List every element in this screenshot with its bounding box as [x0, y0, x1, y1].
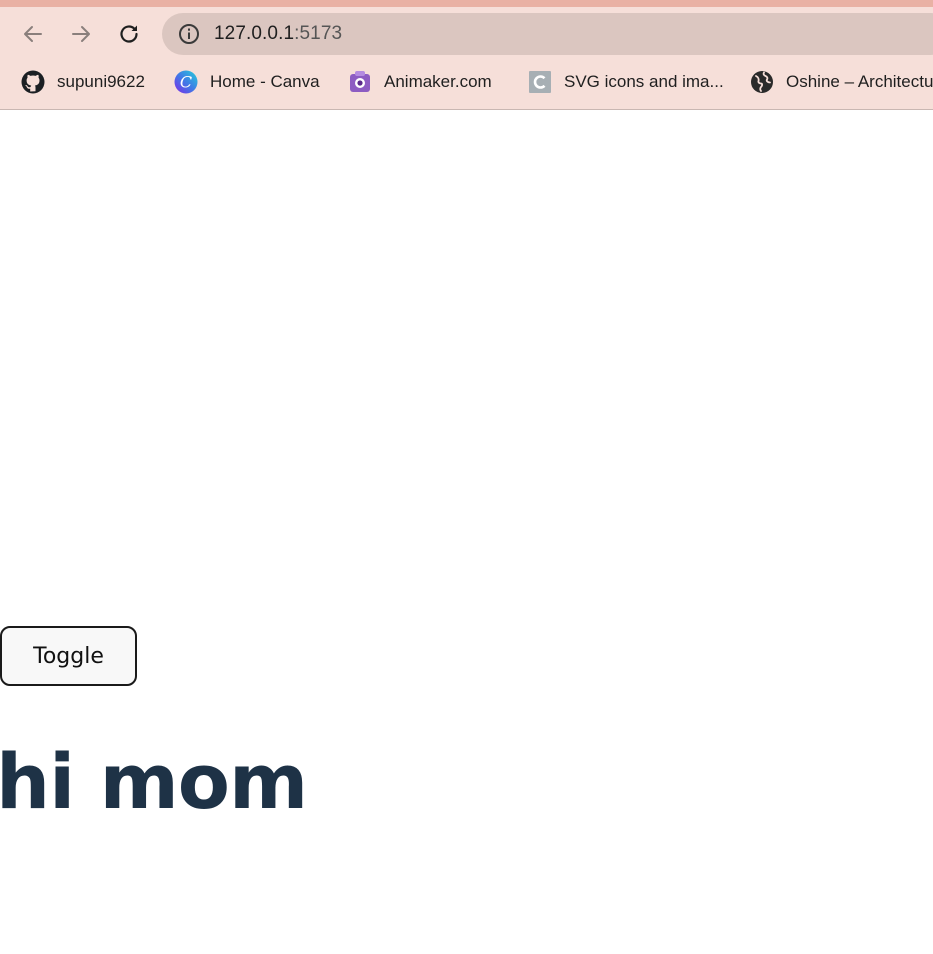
- svg-text:C: C: [180, 73, 192, 92]
- animaker-icon: [348, 70, 372, 94]
- browser-chrome: 127.0.0.1:5173 supuni9622 C Home - Canva…: [0, 0, 933, 110]
- url-host: 127.0.0.1: [214, 23, 295, 44]
- bookmark-label: SVG icons and ima...: [564, 72, 724, 91]
- url-text[interactable]: 127.0.0.1:5173: [214, 23, 342, 45]
- forward-arrow-icon: [72, 26, 90, 42]
- page-content: Toggle hi mom: [0, 110, 933, 954]
- bookmark-label: Oshine – Architectu: [786, 72, 933, 91]
- bookmark-animaker[interactable]: Animaker.com: [348, 66, 492, 98]
- bookmark-label: Animaker.com: [384, 72, 492, 91]
- bookmarks-bar: supuni9622 C Home - Canva Animaker.com S…: [0, 66, 933, 98]
- reload-button[interactable]: [114, 19, 144, 49]
- bookmark-home-canva[interactable]: C Home - Canva: [174, 66, 320, 98]
- site-info-icon[interactable]: [178, 23, 200, 45]
- globe-icon: [750, 70, 774, 94]
- bookmark-supuni9622[interactable]: supuni9622: [21, 66, 145, 98]
- bookmark-label: Home - Canva: [210, 72, 320, 91]
- reload-icon: [120, 25, 138, 43]
- github-icon: [21, 70, 45, 94]
- bookmark-oshine[interactable]: Oshine – Architectu: [750, 66, 933, 98]
- back-arrow-icon: [24, 26, 42, 42]
- address-bar[interactable]: 127.0.0.1:5173: [162, 13, 933, 55]
- forward-button[interactable]: [66, 19, 96, 49]
- svg-site-icon: [528, 70, 552, 94]
- bookmark-svg-icons[interactable]: SVG icons and ima...: [528, 66, 724, 98]
- bookmark-label: supuni9622: [57, 72, 145, 91]
- window-top-strip: [0, 0, 933, 7]
- toggle-button[interactable]: Toggle: [0, 626, 137, 686]
- back-button[interactable]: [18, 19, 48, 49]
- page-heading: hi mom: [0, 737, 308, 826]
- url-port: :5173: [294, 23, 343, 44]
- canva-icon: C: [174, 70, 198, 94]
